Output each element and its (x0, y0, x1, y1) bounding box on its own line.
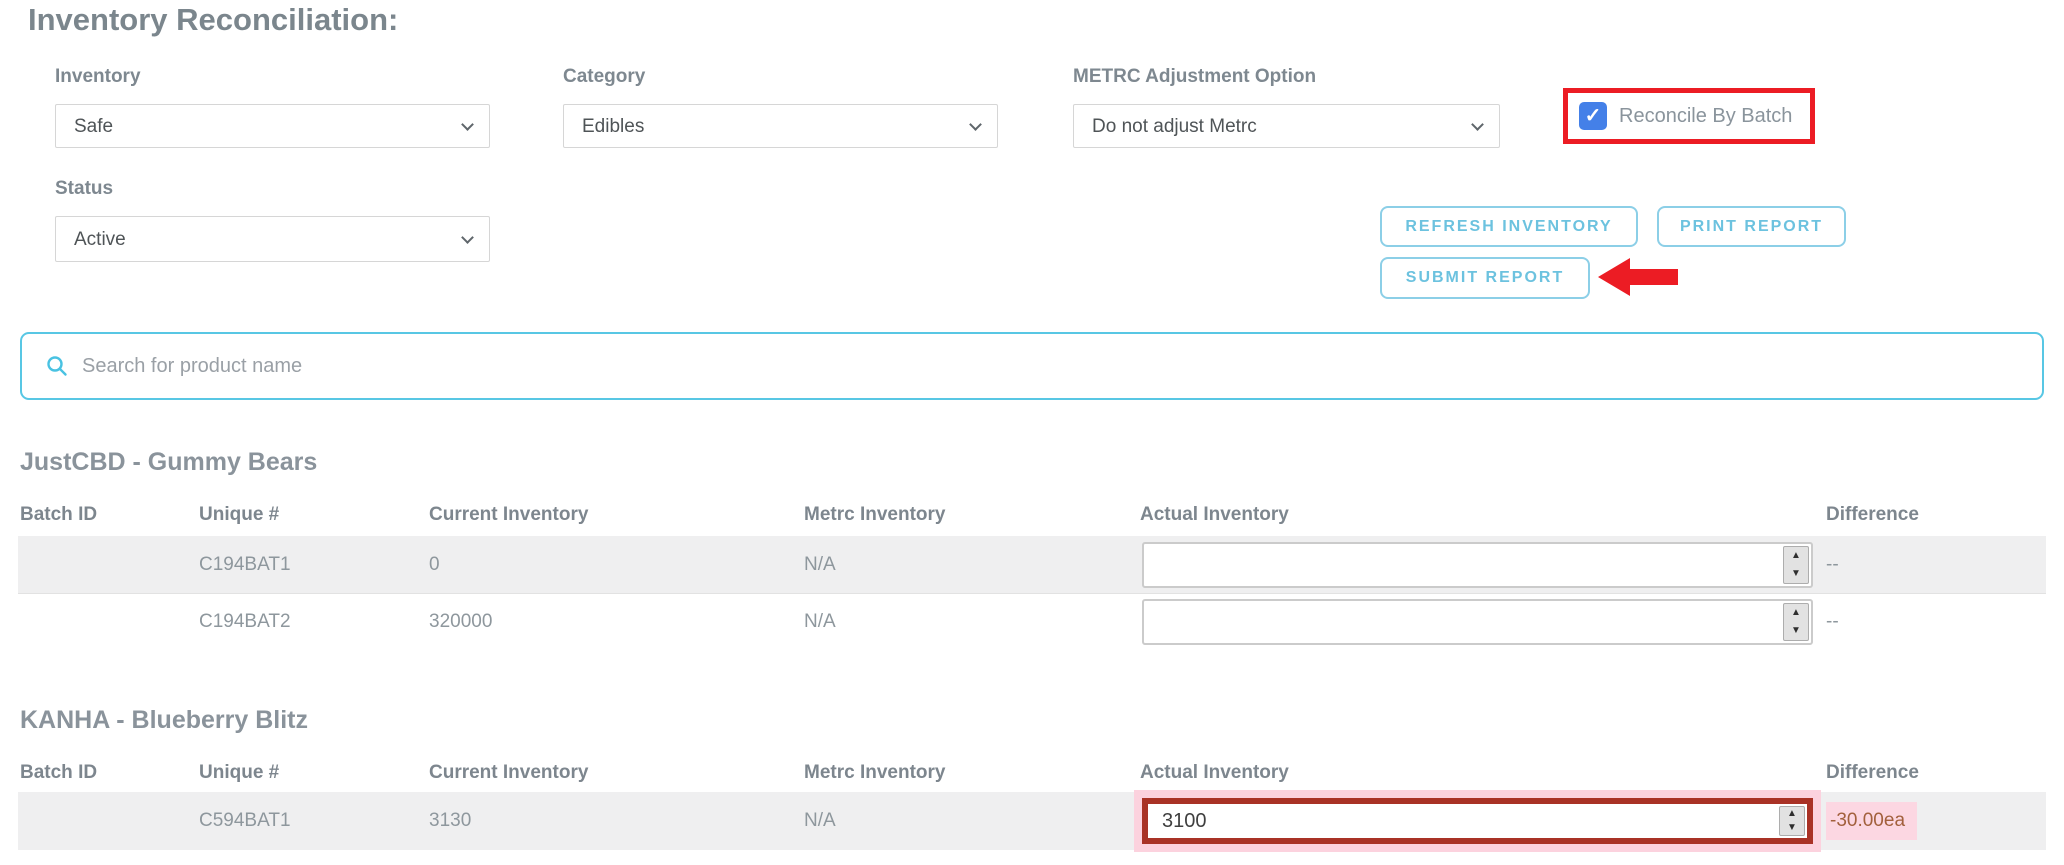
col-header-unique: Unique # (199, 762, 280, 783)
cell-difference: -- (1826, 553, 1839, 575)
col-header-unique: Unique # (199, 504, 280, 525)
product-section-title: JustCBD - Gummy Bears (20, 448, 318, 476)
cell-unique: C594BAT1 (199, 810, 291, 831)
status-label: Status (55, 178, 114, 199)
search-box (20, 332, 2044, 400)
spinner-up-icon[interactable]: ▲ (1784, 604, 1808, 622)
status-select-wrap: Active (55, 216, 490, 262)
spinner-down-icon[interactable]: ▼ (1784, 565, 1808, 583)
cell-unique: C194BAT2 (199, 611, 291, 632)
inventory-reconciliation-page: Inventory Reconciliation: Inventory Safe… (0, 0, 2064, 865)
difference-negative-value: -30.00ea (1826, 802, 1918, 840)
table-header-row: Batch ID Unique # Current Inventory Metr… (18, 756, 2046, 790)
cell-current-inventory: 0 (429, 553, 440, 575)
col-header-current-inventory: Current Inventory (429, 762, 589, 783)
col-header-actual-inventory: Actual Inventory (1140, 504, 1289, 525)
number-spinner: ▲ ▼ (1783, 545, 1809, 584)
category-select-wrap: Edibles (563, 104, 998, 148)
table-row: C194BAT2 320000 N/A ▲ ▼ -- (18, 593, 2046, 650)
cell-difference: -30.00ea (1824, 802, 2046, 840)
number-spinner: ▲ ▼ (1783, 603, 1809, 641)
actual-inventory-input: ▲ ▼ (1142, 599, 1813, 645)
col-header-difference: Difference (1826, 504, 1919, 525)
cell-current-inventory: 3130 (429, 810, 472, 831)
actual-inventory-input-highlighted: ▲ ▼ (1142, 798, 1813, 844)
cell-difference: -- (1826, 611, 1839, 632)
status-select[interactable]: Active (55, 216, 490, 262)
search-icon (47, 356, 67, 376)
print-report-button[interactable]: PRINT REPORT (1657, 206, 1846, 247)
cell-unique: C194BAT1 (199, 553, 291, 575)
metrc-option-select-wrap: Do not adjust Metrc (1073, 104, 1500, 148)
inventory-label: Inventory (55, 66, 141, 87)
category-label: Category (563, 66, 646, 87)
cell-metrc-inventory: N/A (804, 553, 836, 575)
page-title: Inventory Reconciliation: (28, 2, 399, 37)
spinner-up-icon[interactable]: ▲ (1784, 547, 1808, 565)
cell-metrc-inventory: N/A (804, 810, 836, 831)
actual-inventory-input: ▲ ▼ (1142, 541, 1813, 588)
annotation-arrow-icon (1598, 258, 1678, 296)
metrc-option-select[interactable]: Do not adjust Metrc (1073, 104, 1500, 148)
col-header-metrc-inventory: Metrc Inventory (804, 504, 946, 525)
refresh-inventory-button[interactable]: REFRESH INVENTORY (1380, 206, 1638, 247)
category-select[interactable]: Edibles (563, 104, 998, 148)
actual-inventory-field[interactable] (1148, 804, 1777, 838)
checkmark-icon: ✓ (1584, 105, 1602, 127)
actual-inventory-field[interactable] (1144, 601, 1781, 643)
table-header-row: Batch ID Unique # Current Inventory Metr… (18, 498, 2046, 532)
search-input[interactable] (82, 354, 2042, 378)
annotation-red-rectangle: ✓ Reconcile By Batch (1563, 88, 1815, 144)
inventory-select[interactable]: Safe (55, 104, 490, 148)
metrc-option-label: METRC Adjustment Option (1073, 66, 1317, 87)
number-spinner: ▲ ▼ (1779, 806, 1805, 836)
submit-report-button[interactable]: SUBMIT REPORT (1380, 257, 1590, 299)
inventory-select-wrap: Safe (55, 104, 490, 148)
col-header-metrc-inventory: Metrc Inventory (804, 762, 946, 783)
table-row: C594BAT1 3130 N/A ▲ ▼ -30.00ea (18, 792, 2046, 850)
col-header-current-inventory: Current Inventory (429, 504, 589, 525)
cell-current-inventory: 320000 (429, 611, 493, 632)
spinner-up-icon[interactable]: ▲ (1780, 807, 1804, 821)
col-header-batch-id: Batch ID (20, 504, 98, 525)
cell-metrc-inventory: N/A (804, 611, 836, 632)
product-section-title: KANHA - Blueberry Blitz (20, 706, 308, 734)
spinner-down-icon[interactable]: ▼ (1780, 821, 1804, 835)
spinner-down-icon[interactable]: ▼ (1784, 622, 1808, 640)
col-header-actual-inventory: Actual Inventory (1140, 762, 1289, 783)
col-header-batch-id: Batch ID (20, 762, 98, 783)
table-row: C194BAT1 0 N/A ▲ ▼ -- (18, 536, 2046, 593)
actual-inventory-field[interactable] (1144, 543, 1781, 586)
col-header-difference: Difference (1826, 762, 1919, 783)
reconcile-by-batch-checkbox[interactable]: ✓ (1579, 102, 1607, 130)
reconcile-by-batch-label: Reconcile By Batch (1619, 104, 1793, 127)
